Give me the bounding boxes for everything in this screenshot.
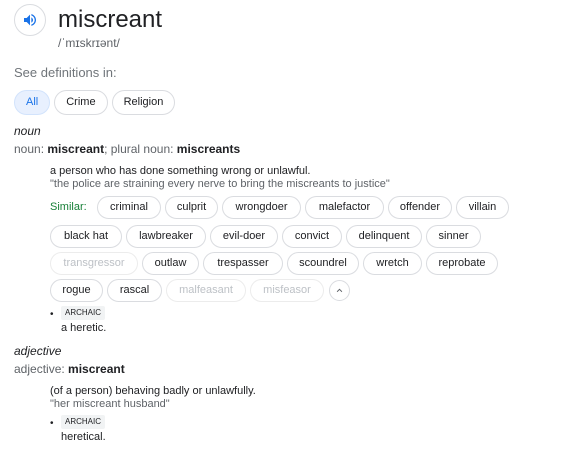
synonym-chip[interactable]: criminal: [97, 196, 161, 219]
filter-chip-religion[interactable]: Religion: [111, 90, 176, 115]
synonym-chip[interactable]: reprobate: [426, 252, 498, 275]
noun-sub-bullet: •: [50, 309, 54, 320]
chevron-up-icon: [336, 288, 343, 293]
synonym-chip[interactable]: villain: [456, 196, 509, 219]
adjective-pos-label: adjective: [14, 344, 62, 358]
synonym-chip[interactable]: malefactor: [305, 196, 384, 219]
synonym-chip[interactable]: rogue: [50, 279, 103, 302]
synonym-chip[interactable]: wrongdoer: [222, 196, 301, 219]
synonym-chip[interactable]: rascal: [107, 279, 162, 302]
noun-plural: miscreants: [176, 142, 241, 156]
noun-archaic-tag: ARCHAIC: [61, 306, 106, 320]
adjective-prefix: adjective:: [14, 362, 69, 376]
noun-forms-line: noun: miscreant; plural noun: miscreants: [14, 142, 240, 156]
adjective-example: "her miscreant husband": [50, 398, 170, 410]
noun-definition: a person who has done something wrong or…: [50, 165, 311, 177]
filter-chip-all[interactable]: All: [14, 90, 51, 115]
headword: miscreant: [58, 6, 163, 33]
synonym-chip[interactable]: culprit: [165, 196, 218, 219]
filter-chip-crime[interactable]: Crime: [54, 90, 108, 115]
adjective-archaic-tag: ARCHAIC: [61, 415, 106, 429]
synonym-chip[interactable]: offender: [388, 196, 452, 219]
synonym-chip[interactable]: black hat: [50, 225, 122, 248]
noun-example: "the police are straining every nerve to…: [50, 178, 390, 190]
similar-label: Similar:: [50, 201, 87, 213]
speaker-icon: [24, 14, 36, 26]
synonym-chip[interactable]: trespasser: [203, 252, 283, 275]
see-definitions-label: See definitions in:: [14, 65, 117, 80]
synonym-chip[interactable]: transgressor: [50, 252, 138, 275]
synonym-chip[interactable]: scoundrel: [287, 252, 359, 275]
adjective-archaic-definition: heretical.: [61, 431, 106, 443]
adjective-forms-line: adjective: miscreant: [14, 362, 125, 376]
synonym-chip[interactable]: delinquent: [346, 225, 422, 248]
noun-archaic-definition: a heretic.: [61, 322, 107, 334]
noun-prefix: noun:: [14, 142, 48, 156]
synonym-chip[interactable]: wretch: [363, 252, 422, 275]
adjective-word: miscreant: [68, 362, 125, 376]
synonym-chip[interactable]: convict: [282, 225, 342, 248]
definition-filter-chips: All Crime Religion: [14, 90, 176, 115]
synonym-chip[interactable]: lawbreaker: [126, 225, 206, 248]
adjective-sub-bullet: •: [50, 418, 54, 429]
collapse-synonyms-button[interactable]: [329, 280, 350, 301]
synonym-chip[interactable]: outlaw: [142, 252, 199, 275]
pronounce-button[interactable]: [14, 4, 46, 36]
pronunciation: /ˈmɪskrɪənt/: [58, 36, 120, 50]
adjective-definition: (of a person) behaving badly or unlawful…: [50, 385, 256, 397]
synonym-chip[interactable]: malfeasant: [166, 279, 246, 302]
noun-pos-label: noun: [14, 124, 41, 138]
synonym-chip[interactable]: misfeasor: [250, 279, 324, 302]
noun-plural-label: ; plural noun:: [104, 142, 177, 156]
synonym-chip[interactable]: evil-doer: [210, 225, 278, 248]
synonym-chip[interactable]: sinner: [426, 225, 481, 248]
noun-word: miscreant: [47, 142, 105, 156]
